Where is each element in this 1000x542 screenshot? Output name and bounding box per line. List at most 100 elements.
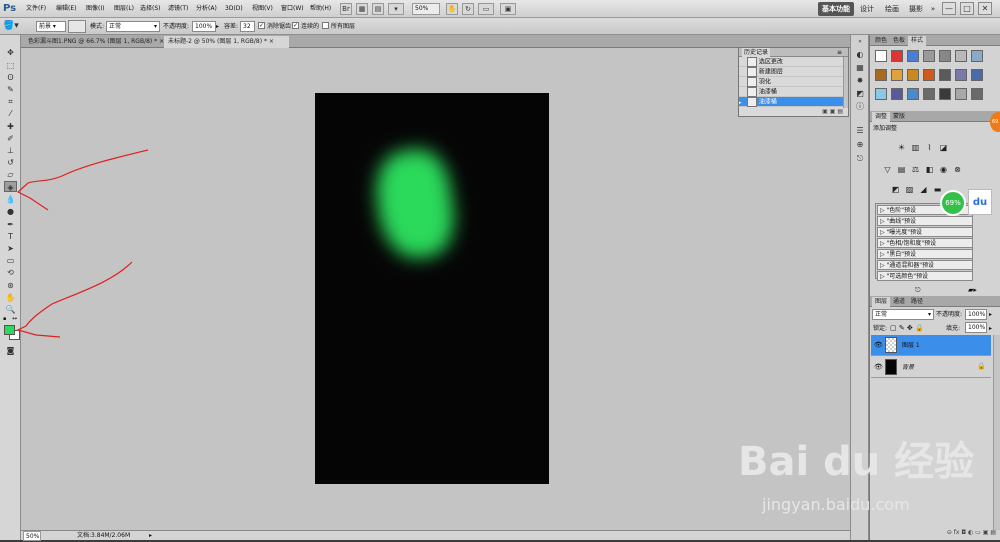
workspace-painting[interactable]: 绘画 [882,2,902,16]
eyedropper-tool-icon[interactable]: ⁄ [4,108,17,119]
style-swatch[interactable] [939,69,951,81]
adjustment-return-icon[interactable]: ⎋ [915,285,927,295]
tab-swatches[interactable]: 色板 [890,36,908,46]
screen-mode-icon[interactable]: ▣ [500,3,516,15]
hand-icon[interactable]: ✋ [446,3,458,15]
history-actions-icons[interactable]: ▣ ▣ ▤ [803,108,843,116]
layers-scrollbar[interactable] [993,335,1000,530]
tab-layers[interactable]: 图层 [872,297,891,307]
layer-row-background[interactable]: 👁 背景 🔒 [871,357,991,378]
style-swatch[interactable] [907,50,919,62]
antialias-checkbox[interactable]: ✓ [258,22,265,29]
tab-channels[interactable]: 通道 [890,297,908,307]
extras-icon[interactable]: ▤ [372,3,384,15]
preset-selective-color[interactable]: ▷ "可选颜色"预设 [877,271,973,281]
style-swatch[interactable] [907,88,919,100]
collapse-panels-icon[interactable]: « [854,39,866,45]
opacity-slider-arrow-icon[interactable]: ▸ [216,21,219,32]
history-row[interactable]: 新建图层 [739,67,843,77]
posterize-icon[interactable]: ▨ [904,185,915,195]
menu-analysis[interactable]: 分析(A) [196,0,217,18]
threshold-icon[interactable]: ◢ [918,185,929,195]
workspace-more[interactable]: » [928,2,938,16]
doc-tab-1[interactable]: 色彩漏斗图1.PNG @ 66.7% (图层 1, RGB/8) * × [24,36,164,48]
style-swatch[interactable] [891,50,903,62]
tab-color[interactable]: 颜色 [872,36,890,46]
menu-help[interactable]: 帮助(H) [310,0,331,18]
tab-paths[interactable]: 路径 [908,297,926,307]
opacity-input[interactable]: 100% [192,21,216,32]
tolerance-input[interactable]: 32 [240,21,255,32]
curves-icon[interactable]: ⌇ [924,143,935,153]
style-swatch[interactable] [955,88,967,100]
menu-3d[interactable]: 3D(D) [225,0,243,18]
document-canvas[interactable] [315,93,549,484]
layer-row-layer1[interactable]: 👁 图层 1 [871,335,991,356]
style-swatch[interactable] [891,88,903,100]
minimize-button[interactable]: — [942,2,956,15]
zoom-level-icon[interactable]: ▾ [388,3,404,15]
history-row[interactable]: 选区更改 [739,57,843,67]
style-swatch[interactable] [907,69,919,81]
preset-hue-saturation[interactable]: ▷ "色相/饱和度"预设 [877,238,973,248]
healing-brush-tool-icon[interactable]: ✚ [4,121,17,132]
zoom-level-dropdown[interactable]: 50% [412,3,440,15]
visibility-eye-icon[interactable]: 👁 [874,341,883,349]
contiguous-checkbox[interactable]: ✓ [292,22,299,29]
workspace-design[interactable]: 设计 [858,2,876,16]
menu-window[interactable]: 窗口(W) [281,0,304,18]
brightness-contrast-icon[interactable]: ☀ [896,143,907,153]
color-balance-icon[interactable]: ⚖ [910,165,921,175]
visibility-eye-icon[interactable]: 👁 [874,363,883,371]
preset-channel-mixer[interactable]: ▷ "通道混和器"预设 [877,260,973,270]
style-swatch[interactable] [971,69,983,81]
style-swatch[interactable] [891,69,903,81]
tab-adjustments[interactable]: 调整 [872,112,891,122]
style-swatch[interactable] [923,88,935,100]
styles-panel-icon[interactable]: ✸ [854,75,866,86]
mini-bridge-icon[interactable]: ▦ [356,3,368,15]
menu-layer[interactable]: 图层(L) [114,0,134,18]
hue-saturation-icon[interactable]: ▤ [896,165,907,175]
menu-file[interactable]: 文件(F) [26,0,46,18]
fill-input[interactable]: 100% [965,322,987,333]
adjustments-panel-icon[interactable]: ◩ [854,88,866,99]
style-swatch[interactable] [875,50,887,62]
fill-arrow-icon[interactable]: ▸ [989,323,992,334]
style-swatch[interactable] [939,50,951,62]
style-swatch[interactable] [971,50,983,62]
tab-styles[interactable]: 样式 [908,36,927,46]
paths-panel-icon[interactable]: ⎋ [854,153,866,164]
pattern-picker[interactable] [68,20,86,33]
swatches-panel-icon[interactable]: ▦ [854,62,866,73]
menu-select[interactable]: 选择(S) [140,0,161,18]
menu-view[interactable]: 视图(V) [252,0,273,18]
preset-black-white[interactable]: ▷ "黑白"预设 [877,249,973,259]
doc-tab-2[interactable]: 未标题-2 @ 50% (图层 1, RGB/8) * × [164,36,289,48]
all-layers-checkbox[interactable] [322,22,329,29]
layer-actions-icons[interactable]: ⊝ fx ◘ ◐ ▭ ▣ ▤ [878,528,996,538]
style-swatch[interactable] [923,50,935,62]
fill-source-select[interactable]: 前景 ▾ [36,21,66,32]
orange-badge[interactable]: 69 [990,112,1000,132]
history-row[interactable]: 油漆桶 [739,87,843,97]
mode-select[interactable]: 正常 ▾ [106,21,160,32]
history-menu-icon[interactable]: ≡ [837,48,842,57]
invert-icon[interactable]: ◩ [890,185,901,195]
style-swatch[interactable] [955,69,967,81]
arrange-documents-icon[interactable]: ▭ [478,3,494,15]
adjustment-options-icon[interactable]: ▰▸ [968,285,982,295]
levels-icon[interactable]: ▥ [910,143,921,153]
menu-image[interactable]: 图像(I) [86,0,104,18]
move-tool-icon[interactable]: ✥ [4,47,17,58]
channels-panel-icon[interactable]: ⊕ [854,139,866,150]
blend-mode-select[interactable]: 正常 ▾ [872,309,934,320]
history-row-selected[interactable]: ▸ 油漆桶 [739,97,843,107]
marquee-tool-icon[interactable]: ⬚ [4,60,17,71]
exposure-icon[interactable]: ◪ [938,143,949,153]
style-swatch[interactable] [955,50,967,62]
layer-name[interactable]: 背景 [902,357,914,378]
doc-tab-2-close-icon[interactable]: × [269,38,274,45]
crop-tool-icon[interactable]: ⌗ [4,96,17,107]
style-swatch[interactable] [971,88,983,100]
